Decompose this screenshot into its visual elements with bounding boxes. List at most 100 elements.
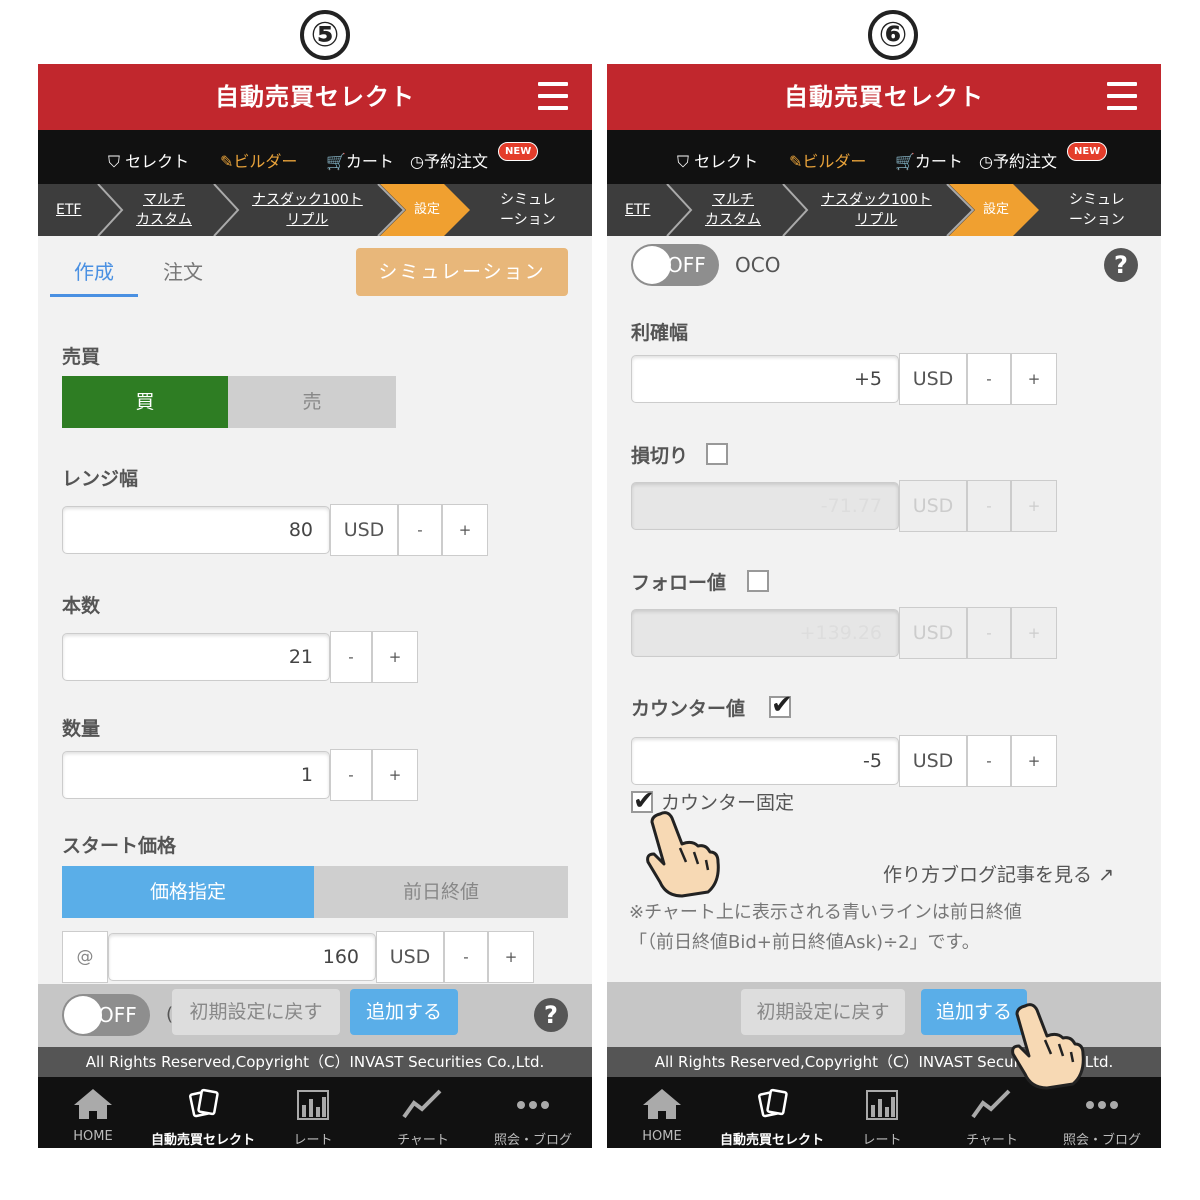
follow-label: フォロー値 [631,572,727,594]
pointing-hand-icon [646,811,720,898]
count-plus-button[interactable]: + [372,631,418,683]
count-label: 本数 [62,595,101,617]
oco-toggle[interactable]: OFF [62,994,150,1036]
crumb-simulation[interactable]: シミュレ ーション [1069,190,1125,230]
top-nav: ⛉ セレクト ✎ビルダー 🛒カート ◷予約注文 NEW [607,130,1161,184]
simulation-button[interactable]: シミュレーション [356,248,568,296]
qty-input[interactable]: 1 [62,751,330,799]
tp-minus-button[interactable]: - [967,353,1011,405]
tab-rate[interactable]: レート [827,1077,937,1148]
start-plus-button[interactable]: + [488,931,534,983]
tab-home[interactable]: HOME [38,1077,148,1148]
count-minus-button[interactable]: - [330,631,372,683]
menu-icon[interactable] [1107,82,1137,110]
crumb-settings: 設定 [983,202,1010,217]
help-icon[interactable]: ? [534,998,568,1032]
counter-unit: USD [899,735,967,787]
counter-checkmark-icon: ✔ [771,690,793,720]
buy-button[interactable]: 買 [62,376,228,428]
line-chart-icon [402,1089,442,1119]
more-dots-icon [517,1101,549,1109]
crumb-simulation[interactable]: シミュレ ーション [500,190,556,230]
reset-button[interactable]: 初期設定に戻す [741,989,905,1035]
counter-label: カウンター値 [631,698,746,720]
counter-plus-button[interactable]: + [1011,735,1057,787]
cards-icon [189,1088,219,1118]
breadcrumb: ETF マルチ カスタム ナスダック100ト リプル 設定 シミュレ ーション [607,184,1161,236]
nav-reserve[interactable]: ◷予約注文 [979,152,1057,172]
take-profit-label: 利確幅 [631,322,689,344]
follow-plus-button: + [1011,607,1057,659]
step-number-5: ⑤ [300,10,350,60]
add-button[interactable]: 追加する [350,989,458,1035]
qty-label: 数量 [62,718,101,740]
crumb-etf[interactable]: ETF [56,200,81,220]
range-input[interactable]: 80 [62,506,330,554]
reset-button[interactable]: 初期設定に戻す [172,989,340,1035]
nav-select[interactable]: ⛉ セレクト [677,152,758,172]
tp-plus-button[interactable]: + [1011,353,1057,405]
tab-home[interactable]: HOME [607,1077,717,1148]
range-minus-button[interactable]: - [398,504,442,556]
counter-minus-button[interactable]: - [967,735,1011,787]
phone-screen-left: 自動売買セレクト ⛉ セレクト ✎ビルダー 🛒カート ◷予約注文 NEW ETF… [38,64,592,1148]
stop-loss-input: -71.77 [631,482,899,530]
top-nav: ⛉ セレクト ✎ビルダー 🛒カート ◷予約注文 NEW [38,130,592,184]
follow-input: +139.26 [631,609,899,657]
tab-chart[interactable]: チャート [368,1077,478,1148]
sl-plus-button: + [1011,480,1057,532]
pointing-hand-icon [1011,1003,1085,1090]
sl-minus-button: - [967,480,1011,532]
start-price-input[interactable]: 160 [108,933,376,981]
prev-close-button[interactable]: 前日終値 [314,866,568,918]
line-chart-icon [971,1089,1011,1119]
crumb-multi[interactable]: マルチ カスタム [705,190,761,230]
nav-builder[interactable]: ✎ビルダー [789,152,866,172]
external-link-icon: ↗ [1098,864,1114,886]
crumb-etf[interactable]: ETF [625,200,650,220]
home-icon [643,1089,681,1119]
app-header: 自動売買セレクト [607,64,1161,130]
bar-chart-icon [297,1090,329,1120]
take-profit-input[interactable]: +5 [631,355,899,403]
start-minus-button[interactable]: - [444,931,488,983]
new-badge: NEW [498,142,539,161]
menu-icon[interactable] [538,82,568,110]
blog-link[interactable]: 作り方ブログ記事を見る ↗ [883,860,1114,887]
tp-unit: USD [899,353,967,405]
follow-minus-button: - [967,607,1011,659]
qty-minus-button[interactable]: - [330,749,372,801]
copyright-footer: All Rights Reserved,Copyright（C）INVAST S… [38,1047,592,1077]
nav-builder[interactable]: ✎ビルダー [220,152,297,172]
price-spec-button[interactable]: 価格指定 [62,866,314,918]
crumb-multi[interactable]: マルチ カスタム [136,190,192,230]
crumb-nasdaq[interactable]: ナスダック100ト リプル [821,190,932,230]
stop-loss-checkbox[interactable] [706,443,728,465]
crumb-nasdaq[interactable]: ナスダック100ト リプル [252,190,363,230]
nav-select[interactable]: ⛉ セレクト [108,152,189,172]
nav-cart[interactable]: 🛒カート [895,152,963,172]
nav-reserve[interactable]: ◷予約注文 [410,152,488,172]
note-line-2: 「（前日終値Bid+前日終値Ask)÷2」です。 [629,932,980,953]
follow-unit: USD [899,607,967,659]
side-label: 売買 [62,346,101,368]
start-unit: USD [376,931,444,983]
tab-more[interactable]: 照会・ブログ [478,1077,588,1148]
tab-order[interactable]: 注文 [163,256,203,285]
step-number-6: ⑥ [868,10,918,60]
follow-checkbox[interactable] [747,570,769,592]
tab-select[interactable]: 自動売買セレクト [717,1077,827,1148]
help-icon[interactable]: ? [1104,248,1138,282]
app-header: 自動売買セレクト [38,64,592,130]
qty-plus-button[interactable]: + [372,749,418,801]
range-plus-button[interactable]: + [442,504,488,556]
count-input[interactable]: 21 [62,633,330,681]
sell-button[interactable]: 売 [228,376,396,428]
oco-label: OCO [735,253,781,277]
counter-input[interactable]: -5 [631,737,899,785]
tab-rate[interactable]: レート [258,1077,368,1148]
nav-cart[interactable]: 🛒カート [326,152,394,172]
tab-create[interactable]: 作成 [74,256,114,285]
tab-select[interactable]: 自動売買セレクト [148,1077,258,1148]
oco-toggle[interactable]: OFF [631,244,719,286]
